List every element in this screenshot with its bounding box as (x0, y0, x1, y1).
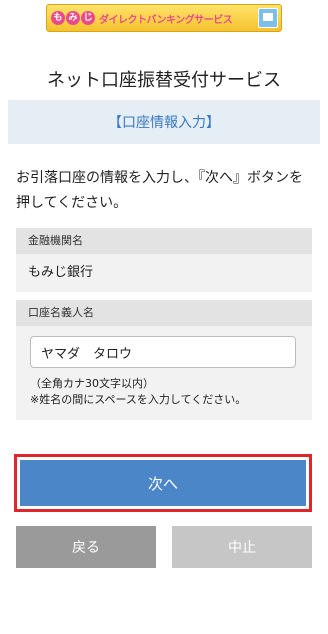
cancel-button[interactable]: 中止 (172, 526, 312, 568)
banner-circle: も (51, 11, 65, 25)
account-name-block: 口座名義人名 （全角カナ30文字以内） ※姓名の間にスペースを入力してください。 (16, 300, 312, 420)
banner-circle: み (66, 11, 80, 25)
page-title: ネット口座振替受付サービス (47, 70, 281, 91)
next-button-highlight: 次へ (14, 454, 312, 512)
banner-circle: じ (81, 11, 95, 25)
bank-name-block: 金融機関名 もみじ銀行 (16, 228, 312, 292)
account-name-label: 口座名義人名 (16, 300, 312, 326)
banner-logo: も み じ (51, 11, 95, 25)
service-banner[interactable]: も み じ ダイレクトバンキングサービス (46, 4, 282, 32)
computer-icon (258, 8, 278, 28)
hint-line: （全角カナ30文字以内） (30, 377, 154, 390)
next-button[interactable]: 次へ (20, 460, 306, 506)
account-name-hint: （全角カナ30文字以内） ※姓名の間にスペースを入力してください。 (30, 376, 298, 408)
bank-name-value: もみじ銀行 (16, 254, 312, 292)
account-name-input[interactable] (30, 336, 296, 368)
instructions-text: お引落口座の情報を入力し、『次へ』ボタンを押してください。 (16, 170, 303, 211)
back-button[interactable]: 戻る (16, 526, 156, 568)
banner-text: ダイレクトバンキングサービス (99, 14, 233, 26)
bank-name-label: 金融機関名 (16, 228, 312, 254)
section-header: 【口座情報入力】 (8, 100, 320, 144)
hint-line: ※姓名の間にスペースを入力してください。 (30, 393, 247, 406)
